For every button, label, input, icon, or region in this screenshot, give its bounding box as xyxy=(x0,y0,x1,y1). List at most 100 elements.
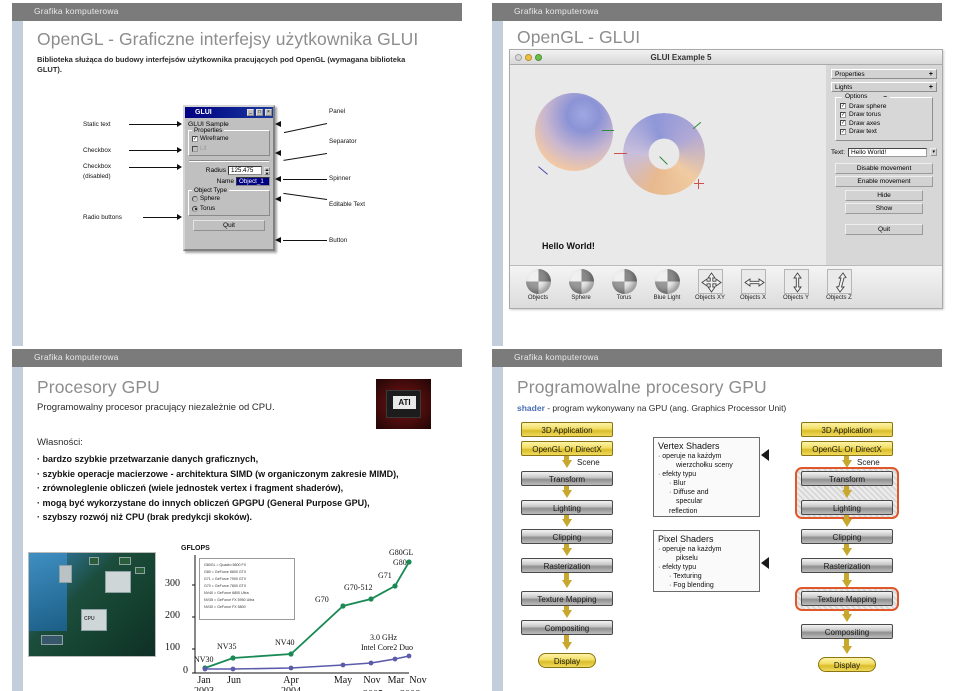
radius-input[interactable]: 125.475 xyxy=(228,166,262,175)
leader-line xyxy=(129,124,179,125)
toolbar-button-torus[interactable]: Torus xyxy=(604,269,644,301)
pixel-shaders-title: Pixel Shaders xyxy=(658,534,714,544)
name-input[interactable]: Object_1 xyxy=(236,177,270,186)
text-input[interactable]: Hello World! xyxy=(847,147,928,157)
checkbox-label: Draw torus xyxy=(849,111,881,118)
four-way-arrow-icon xyxy=(697,269,723,294)
glui-radius-spinner[interactable]: Radius 125.475 ▲ ▼ xyxy=(188,166,270,175)
list-item: reflection xyxy=(658,507,755,516)
list-item: · Fog blending xyxy=(669,582,714,590)
zoom-dot-icon[interactable] xyxy=(535,53,542,61)
radio-selected-icon[interactable] xyxy=(192,205,198,212)
gl-render-canvas[interactable]: Hello World! xyxy=(510,65,828,265)
checkbox-icon[interactable]: ✓ xyxy=(840,103,846,109)
leader-arrow xyxy=(275,176,281,182)
glui-titlebar[interactable]: GLUI _ □ × xyxy=(185,107,273,118)
leader-arrow xyxy=(275,150,281,156)
window-toolbar[interactable]: Objects Sphere Torus Blue Light Objects … xyxy=(510,265,942,308)
glui-radio-sphere[interactable]: Sphere xyxy=(192,195,266,202)
scene-label: Scene xyxy=(577,458,600,467)
text-field-row[interactable]: Text: Hello World! ▾ xyxy=(831,147,937,157)
option-draw-torus[interactable]: ✓ Draw torus xyxy=(840,111,928,118)
properties-heading: Własności: xyxy=(37,437,83,448)
option-draw-text[interactable]: ✓ Draw text xyxy=(840,128,928,135)
radio-label: Torus xyxy=(200,205,216,212)
options-collapse-icon[interactable]: – xyxy=(883,93,887,100)
toolbar-label: Blue Light xyxy=(653,295,681,301)
glui-sample-window[interactable]: GLUI _ □ × GLUI Sample Properties ✓ Wire… xyxy=(183,105,275,251)
show-button[interactable]: Show xyxy=(845,203,923,214)
rollup-lights[interactable]: Lights + xyxy=(831,82,937,92)
sphere-ball-icon xyxy=(654,269,680,294)
list-item: · mogą być wykorzystane do innych oblicz… xyxy=(37,497,370,508)
close-icon[interactable]: × xyxy=(265,109,272,116)
checkbox-icon[interactable]: ✓ xyxy=(840,111,846,118)
minimize-icon[interactable]: _ xyxy=(247,109,254,116)
glui-control-panel[interactable]: Properties + Lights + Options – ✓ Draw sp… xyxy=(826,65,942,265)
glui-checkbox-wireframe[interactable]: ✓ Wireframe xyxy=(192,135,266,142)
rollup-expand-icon[interactable]: + xyxy=(929,84,933,91)
checkbox-disabled-icon xyxy=(192,145,198,152)
toolbar-button-objects-y[interactable]: Objects Y xyxy=(776,269,816,301)
disable-movement-button[interactable]: Disable movement xyxy=(835,162,933,174)
leader-line xyxy=(283,240,327,241)
glui-radio-torus[interactable]: Torus xyxy=(192,205,266,212)
list-item-label: specular xyxy=(676,498,703,506)
rollup-label: Lights xyxy=(835,83,853,91)
x-tick-label: Nov xyxy=(403,675,433,686)
toolbar-button-objects-xy[interactable]: Objects XY xyxy=(690,269,730,301)
pixel-shaders-box: Pixel Shaders · operuje na każdym piksel… xyxy=(653,530,760,592)
close-dot-icon[interactable] xyxy=(515,53,522,61)
pipeline-stage-opengl-directx: OpenGL Or DirectX xyxy=(521,441,613,456)
window-title: GLUI Example 5 xyxy=(650,52,712,62)
annotation-editable-text: Editable Text xyxy=(329,201,365,208)
vertex-shaders-box: Vertex Shaders · operuje na każdym wierz… xyxy=(653,437,760,517)
pipeline-arrow-icon xyxy=(841,519,852,527)
list-item: · efekty typu xyxy=(658,471,697,479)
checkbox-label: Wireframe xyxy=(200,135,229,142)
glui-example5-window[interactable]: GLUI Example 5 Hello World! Properties + xyxy=(509,49,943,309)
toolbar-button-objects[interactable]: Objects xyxy=(518,269,558,301)
spinner-arrows[interactable]: ▲ ▼ xyxy=(264,166,270,175)
pipeline-stage-clipping: Clipping xyxy=(521,529,613,544)
glui-name-field[interactable]: Name Object_1 xyxy=(188,177,270,186)
rollup-properties[interactable]: Properties + xyxy=(831,69,937,79)
glui-quit-button[interactable]: Quit xyxy=(193,220,265,231)
properties-list: · bardzo szybkie przetwarzanie danych gr… xyxy=(37,452,467,525)
slide-banner: Grafika komputerowa xyxy=(12,349,462,367)
annotation-static-text: Static text xyxy=(83,121,111,128)
point-label-cpu-clock: 3.0 GHz xyxy=(370,633,398,642)
toolbar-label: Objects XY xyxy=(694,295,725,301)
minimize-dot-icon[interactable] xyxy=(525,53,532,61)
list-item: · bardzo szybkie przetwarzanie danych gr… xyxy=(37,454,259,464)
rollup-expand-icon[interactable]: + xyxy=(929,71,933,78)
quit-button[interactable]: Quit xyxy=(845,224,923,235)
ati-logo-image: ATI xyxy=(376,379,431,429)
checkbox-icon[interactable]: ✓ xyxy=(192,135,198,142)
checkbox-icon[interactable]: ✓ xyxy=(840,120,846,126)
list-item-label: zrównoleglenie obliczeń (wiele jednostek… xyxy=(42,483,344,494)
option-draw-axes[interactable]: ✓ Draw axes xyxy=(840,120,928,127)
checkbox-icon[interactable]: ✓ xyxy=(840,128,846,135)
leader-line xyxy=(143,217,179,218)
ati-logo-text: ATI xyxy=(393,396,416,409)
toolbar-button-objects-z[interactable]: Objects Z xyxy=(819,269,859,301)
axis-green-icon xyxy=(692,121,702,130)
window-titlebar[interactable]: GLUI Example 5 xyxy=(510,50,942,65)
text-dropdown-icon[interactable]: ▾ xyxy=(930,148,937,156)
spinner-down-icon[interactable]: ▼ xyxy=(264,170,270,175)
hide-button[interactable]: Hide xyxy=(845,189,923,201)
toolbar-button-blue-light[interactable]: Blue Light xyxy=(647,269,687,301)
toolbar-button-objects-x[interactable]: Objects X xyxy=(733,269,773,301)
radio-icon[interactable] xyxy=(192,195,198,202)
x-tick-month: Jan xyxy=(197,675,211,686)
toolbar-button-sphere[interactable]: Sphere xyxy=(561,269,601,301)
enable-movement-button[interactable]: Enable movement xyxy=(835,176,933,187)
slide-banner: Grafika komputerowa xyxy=(492,3,942,21)
maximize-icon[interactable]: □ xyxy=(256,109,263,116)
option-draw-sphere[interactable]: ✓ Draw sphere xyxy=(840,103,928,110)
point-label-nv40: NV40 xyxy=(275,638,295,647)
pipeline-arrow-icon xyxy=(561,460,572,468)
slide-opengl-glui-intro: Grafika komputerowa OpenGL - Graficzne i… xyxy=(0,0,480,346)
point-label-g80gl: G80GL xyxy=(389,548,414,557)
